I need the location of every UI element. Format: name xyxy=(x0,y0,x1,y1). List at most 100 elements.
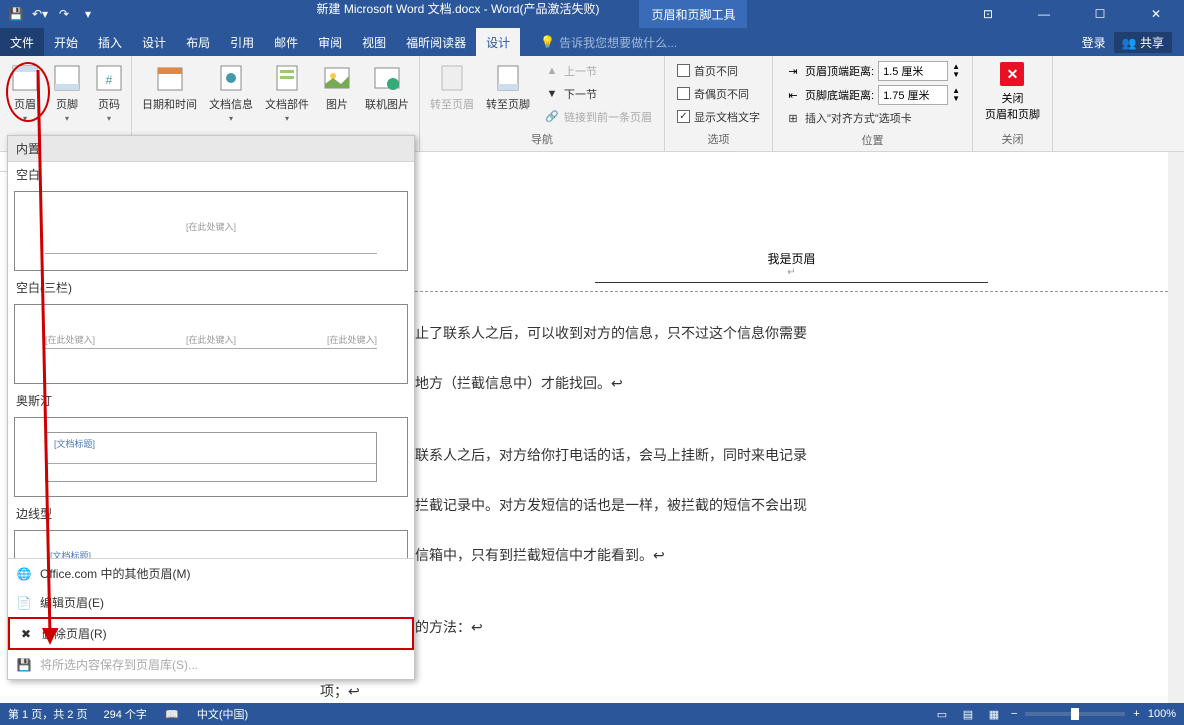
save-icon: 💾 xyxy=(16,657,32,673)
goto-footer-button[interactable]: 转至页脚 xyxy=(480,58,536,129)
maximize-button[interactable]: ☐ xyxy=(1080,0,1120,28)
nav-group-label: 导航 xyxy=(424,129,660,149)
header-dist-icon: ⇥ xyxy=(785,63,801,79)
menu-home[interactable]: 开始 xyxy=(44,28,88,56)
doc-parts-icon xyxy=(271,62,303,94)
menu-foxit[interactable]: 福昕阅读器 xyxy=(396,28,476,56)
save-to-gallery-menu: 💾 将所选内容保存到页眉库(S)... xyxy=(8,650,414,679)
zoom-slider[interactable] xyxy=(1025,712,1125,716)
edit-header-menu[interactable]: 📄 编辑页眉(E) xyxy=(8,588,414,617)
context-tab: 页眉和页脚工具 xyxy=(639,0,747,28)
delete-icon: ✖ xyxy=(18,626,34,642)
gallery-item-label: 空白 xyxy=(8,162,414,187)
print-layout-icon[interactable]: ▤ xyxy=(959,705,977,723)
minimize-button[interactable]: — xyxy=(1024,0,1064,28)
tell-me-search[interactable]: 💡 告诉我您想要做什么... xyxy=(540,34,677,51)
calendar-icon xyxy=(154,62,186,94)
language-status[interactable]: 中文(中国) xyxy=(197,706,248,722)
word-count[interactable]: 294 个字 xyxy=(103,706,146,722)
close-x-icon: ✕ xyxy=(1000,62,1024,86)
menu-review[interactable]: 审阅 xyxy=(308,28,352,56)
menu-file[interactable]: 文件 xyxy=(0,28,44,56)
header-gallery-dropdown: 内置 空白 [在此处键入] 空白(三栏) [在此处键入] [在此处键入] [在此… xyxy=(7,135,415,680)
header-distance-input[interactable] xyxy=(878,61,948,81)
vertical-scrollbar[interactable] xyxy=(1168,152,1184,703)
share-button[interactable]: 👥 共享 xyxy=(1114,32,1172,53)
menu-design-main[interactable]: 设计 xyxy=(132,28,176,56)
menu-layout[interactable]: 布局 xyxy=(176,28,220,56)
options-group-label: 选项 xyxy=(669,129,768,149)
remove-header-menu[interactable]: ✖ 删除页眉(R) xyxy=(8,617,414,650)
arrow-up-icon: ▲ xyxy=(544,63,560,79)
picture-icon xyxy=(321,62,353,94)
insert-align-tab-button[interactable]: ⊞插入"对齐方式"选项卡 xyxy=(781,108,964,128)
statusbar: 第 1 页，共 2 页 294 个字 📖 中文(中国) ▭ ▤ ▦ − + 10… xyxy=(0,703,1184,725)
zoom-out-button[interactable]: − xyxy=(1011,708,1017,720)
zoom-level[interactable]: 100% xyxy=(1148,708,1176,720)
menu-design-hf[interactable]: 设计 xyxy=(476,28,520,56)
footer-distance-input[interactable] xyxy=(878,85,948,105)
zoom-in-button[interactable]: + xyxy=(1133,708,1139,720)
chevron-down-icon: ▾ xyxy=(285,114,289,123)
gallery-item-label: 边线型 xyxy=(8,501,414,526)
gallery-item-label: 奥斯汀 xyxy=(8,388,414,413)
spinner-icon[interactable]: ▲▼ xyxy=(952,87,960,103)
footer-icon xyxy=(51,62,83,94)
page-number-icon: # xyxy=(93,62,125,94)
document-body: 止了联系人之后，可以收到对方的信息，只不过这个信息你需要 地方（拦截信息中）才能… xyxy=(415,292,1168,703)
close-header-footer-button[interactable]: ✕ 关闭 页眉和页脚 xyxy=(977,58,1048,129)
read-mode-icon[interactable]: ▭ xyxy=(933,705,951,723)
show-doc-text-checkbox[interactable]: 显示文档文字 xyxy=(673,107,764,127)
link-icon: 🔗 xyxy=(544,109,560,125)
page-header-text[interactable]: 我是页眉 ↵ xyxy=(595,155,988,283)
link-prev-button: 🔗链接到前一条页眉 xyxy=(540,107,656,127)
svg-text:#: # xyxy=(106,73,113,87)
web-layout-icon[interactable]: ▦ xyxy=(985,705,1003,723)
close-group-label: 关闭 xyxy=(977,129,1048,149)
footer-dist-icon: ⇤ xyxy=(785,87,801,103)
menu-mailings[interactable]: 邮件 xyxy=(264,28,308,56)
save-icon[interactable]: 💾 xyxy=(8,6,24,22)
gallery-item-blank[interactable]: [在此处键入] xyxy=(14,191,408,271)
online-picture-icon xyxy=(371,62,403,94)
gallery-item-sideline[interactable]: [文档标题] xyxy=(14,530,408,558)
more-headers-office[interactable]: 🌐 Office.com 中的其他页眉(M) xyxy=(8,559,414,588)
doc-fragment: 项；↩ xyxy=(320,681,360,701)
menu-insert[interactable]: 插入 xyxy=(88,28,132,56)
page-count[interactable]: 第 1 页，共 2 页 xyxy=(8,706,87,722)
spellcheck-icon[interactable]: 📖 xyxy=(163,705,181,723)
undo-icon[interactable]: ↶▾ xyxy=(32,6,48,22)
diff-odd-even-checkbox[interactable]: 奇偶页不同 xyxy=(673,84,764,104)
dropdown-header: 内置 xyxy=(8,136,414,162)
edit-icon: 📄 xyxy=(16,595,32,611)
diff-first-checkbox[interactable]: 首页不同 xyxy=(673,61,764,81)
ribbon-display-icon[interactable]: ⊡ xyxy=(968,0,1008,28)
chevron-down-icon: ▾ xyxy=(23,114,27,123)
redo-icon[interactable]: ↷ xyxy=(56,6,72,22)
next-section-button[interactable]: ▼下一节 xyxy=(540,84,656,104)
globe-icon: 🌐 xyxy=(16,566,32,582)
goto-header-button: 转至页眉 xyxy=(424,58,480,129)
prev-section-button: ▲上一节 xyxy=(540,61,656,81)
lightbulb-icon: 💡 xyxy=(540,35,555,49)
titlebar: 💾 ↶▾ ↷ ▾ 新建 Microsoft Word 文档.docx - Wor… xyxy=(0,0,1184,28)
menu-references[interactable]: 引用 xyxy=(220,28,264,56)
goto-footer-icon xyxy=(492,62,524,94)
chevron-down-icon: ▾ xyxy=(65,114,69,123)
header-icon xyxy=(9,62,41,94)
doc-info-icon xyxy=(215,62,247,94)
login-link[interactable]: 登录 xyxy=(1082,34,1106,51)
align-tab-icon: ⊞ xyxy=(785,110,801,126)
spinner-icon[interactable]: ▲▼ xyxy=(952,63,960,79)
chevron-down-icon: ▾ xyxy=(107,114,111,123)
document-title: 新建 Microsoft Word 文档.docx - Word(产品激活失败) xyxy=(317,0,600,28)
document-area[interactable]: 我是页眉 ↵ 止了联系人之后，可以收到对方的信息，只不过这个信息你需要 地方（拦… xyxy=(415,155,1168,703)
gallery-item-blank-3col[interactable]: [在此处键入] [在此处键入] [在此处键入] xyxy=(14,304,408,384)
close-button[interactable]: ✕ xyxy=(1136,0,1176,28)
qat-customize-icon[interactable]: ▾ xyxy=(80,6,96,22)
gallery-item-austin[interactable]: [文档标题] xyxy=(14,417,408,497)
menu-view[interactable]: 视图 xyxy=(352,28,396,56)
chevron-down-icon: ▾ xyxy=(229,114,233,123)
menubar: 文件 开始 插入 设计 布局 引用 邮件 审阅 视图 福昕阅读器 设计 💡 告诉… xyxy=(0,28,1184,56)
goto-header-icon xyxy=(436,62,468,94)
